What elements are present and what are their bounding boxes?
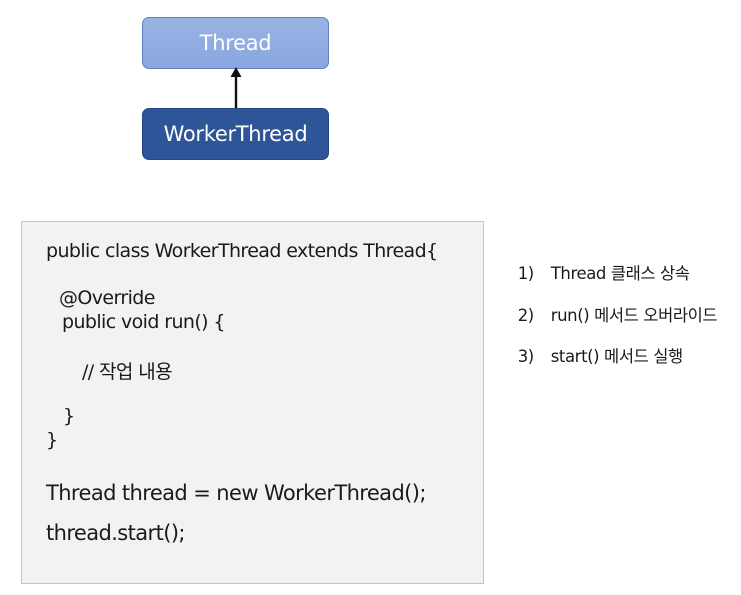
worker-thread-class-label: WorkerThread: [163, 122, 308, 146]
thread-class-label: Thread: [199, 31, 272, 55]
thread-class-box: Thread: [142, 17, 329, 69]
code-line-thread-instantiation: Thread thread = new WorkerThread();: [46, 481, 426, 505]
note-step-1-number: 1): [517, 263, 535, 283]
code-panel: public class WorkerThread extends Thread…: [21, 221, 484, 584]
code-line-method-close-brace: }: [63, 405, 75, 427]
note-step-3-text: start() 메서드 실행: [550, 346, 684, 366]
note-step-3: 3) start() 메서드 실행: [508, 332, 684, 366]
note-step-2-number: 2): [517, 305, 535, 325]
code-line-class-close-brace: }: [46, 429, 58, 451]
note-step-2: 2) run() 메서드 오버라이드: [508, 291, 718, 325]
note-step-1-text: Thread 클래스 상속: [550, 263, 690, 283]
note-step-2-text: run() 메서드 오버라이드: [550, 305, 718, 325]
worker-thread-class-box: WorkerThread: [142, 108, 329, 160]
note-step-1: 1) Thread 클래스 상속: [508, 249, 690, 282]
code-line-run-declaration: public void run() {: [62, 311, 226, 333]
code-line-thread-start: thread.start();: [46, 521, 185, 545]
note-step-3-number: 3): [517, 346, 535, 366]
inheritance-arrow: [230, 67, 242, 109]
code-line-override-annotation: @Override: [59, 287, 155, 309]
code-line-class-declaration: public class WorkerThread extends Thread…: [46, 240, 438, 262]
code-line-comment: // 작업 내용: [82, 361, 173, 383]
